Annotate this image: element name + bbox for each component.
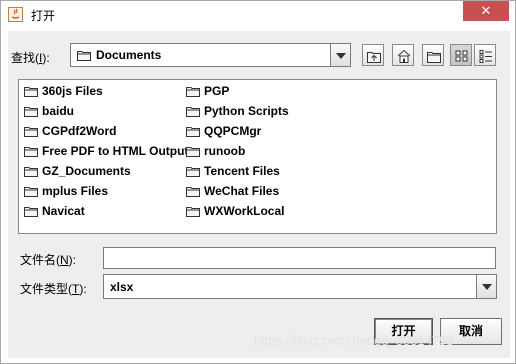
- folder-icon: [24, 107, 38, 117]
- folder-icon: [24, 187, 38, 197]
- lookin-dropdown[interactable]: Documents: [70, 43, 351, 67]
- watermark-text: https://blog.csdn.net/qq_33314793: [254, 333, 454, 348]
- folder-icon: [186, 207, 200, 217]
- list-view-button[interactable]: [450, 44, 472, 66]
- file-name: baidu: [42, 104, 74, 118]
- folder-icon: [186, 167, 200, 177]
- folder-icon: [24, 207, 38, 217]
- file-name: CGPdf2Word: [42, 124, 117, 138]
- file-open-dialog: 打开 ✕ 查找(I): Documents 360js Files baidu …: [0, 0, 516, 364]
- window-title: 打开: [31, 9, 56, 23]
- details-view-icon: [479, 50, 492, 63]
- title-bar: 打开 ✕: [1, 1, 515, 28]
- close-icon: ✕: [480, 3, 492, 18]
- filetype-label: 文件类型(T):: [20, 282, 87, 296]
- chevron-down-icon[interactable]: [330, 44, 350, 66]
- list-view-icon: [455, 50, 468, 62]
- folder-icon: [77, 51, 91, 61]
- details-view-button[interactable]: [474, 44, 496, 66]
- home-button[interactable]: [392, 44, 414, 66]
- folder-icon: [186, 187, 200, 197]
- file-name: Navicat: [42, 204, 85, 218]
- file-name: mplus Files: [42, 184, 109, 198]
- filetype-dropdown[interactable]: xlsx: [103, 274, 497, 299]
- filetype-value: xlsx: [110, 280, 134, 294]
- file-name: runoob: [204, 144, 246, 158]
- home-icon: [397, 49, 411, 63]
- file-name: WeChat Files: [204, 184, 280, 198]
- dialog-content: 查找(I): Documents 360js Files baidu CGPdf…: [8, 31, 510, 358]
- folder-icon: [186, 107, 200, 117]
- folder-icon: [24, 147, 38, 157]
- new-folder-button[interactable]: [422, 44, 444, 66]
- lookin-value: Documents: [96, 48, 162, 62]
- folder-icon: [24, 167, 38, 177]
- lookin-label: 查找(I):: [11, 51, 50, 65]
- file-name: Python Scripts: [204, 104, 289, 118]
- file-name: 360js Files: [42, 84, 103, 98]
- folder-icon: [24, 127, 38, 137]
- file-name: Free PDF to HTML Output: [42, 144, 189, 158]
- new-folder-icon: [427, 52, 441, 63]
- file-name: QQPCMgr: [204, 124, 262, 138]
- folder-icon: [186, 87, 200, 97]
- filename-input[interactable]: [103, 247, 496, 269]
- up-one-level-button[interactable]: [362, 44, 384, 66]
- close-button[interactable]: ✕: [463, 1, 509, 21]
- file-name: PGP: [204, 84, 230, 98]
- file-name: WXWorkLocal: [204, 204, 285, 218]
- chevron-down-icon[interactable]: [476, 275, 496, 298]
- file-name: Tencent Files: [204, 164, 280, 178]
- folder-icon: [186, 147, 200, 157]
- file-list[interactable]: 360js Files baidu CGPdf2Word Free PDF to HT…: [18, 79, 497, 234]
- folder-icon: [24, 87, 38, 97]
- filename-label: 文件名(N):: [20, 253, 77, 267]
- folder-icon: [186, 127, 200, 137]
- up-folder-icon: [367, 52, 381, 63]
- java-app-icon: [8, 7, 23, 22]
- file-name: GZ_Documents: [42, 164, 131, 178]
